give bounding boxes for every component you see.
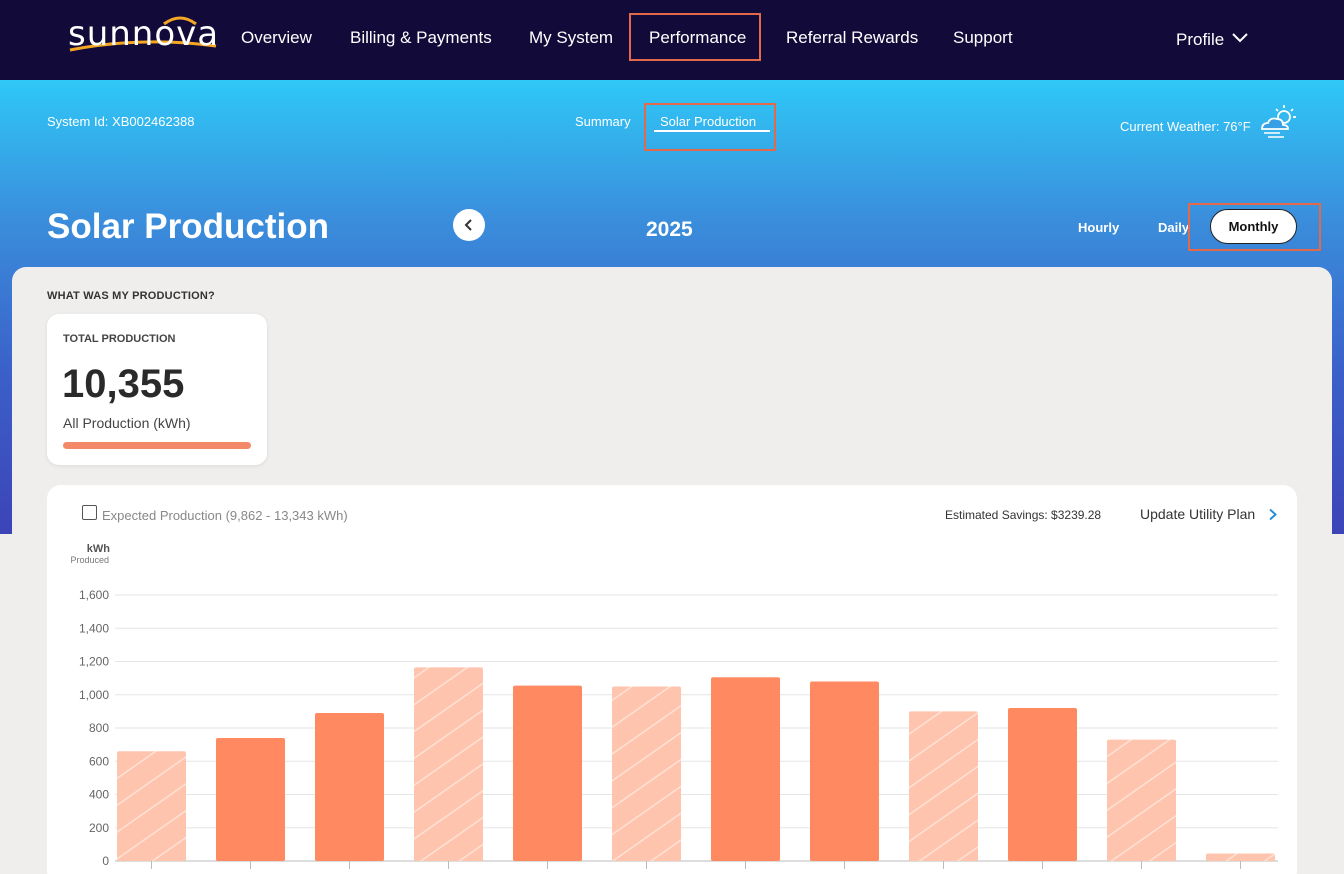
expected-production-checkbox[interactable] bbox=[82, 505, 97, 520]
partly-cloudy-icon bbox=[1261, 105, 1296, 138]
nav-overview[interactable]: Overview bbox=[241, 28, 312, 48]
system-id: System Id: XB002462388 bbox=[47, 114, 195, 129]
current-weather: Current Weather: 76°F bbox=[1120, 119, 1251, 134]
nav-performance-highlight bbox=[629, 13, 761, 61]
nav-referral-rewards[interactable]: Referral Rewards bbox=[786, 28, 918, 48]
total-production-card: TOTAL PRODUCTION 10,355 All Production (… bbox=[47, 314, 267, 465]
nav-billing-payments[interactable]: Billing & Payments bbox=[350, 28, 492, 48]
selected-year: 2025 bbox=[646, 218, 693, 241]
total-production-label: TOTAL PRODUCTION bbox=[63, 333, 176, 345]
expected-production-label: Expected Production (9,862 - 13,343 kWh) bbox=[102, 508, 348, 523]
page-title: Solar Production bbox=[47, 207, 329, 246]
profile-menu[interactable]: Profile bbox=[1176, 30, 1224, 50]
update-utility-plan-link[interactable]: Update Utility Plan bbox=[1140, 506, 1255, 522]
chart-card bbox=[47, 485, 1297, 874]
top-navigation: sunnova Overview Billing & Payments My S… bbox=[0, 0, 1344, 80]
previous-year-button[interactable] bbox=[453, 209, 485, 241]
nav-support[interactable]: Support bbox=[953, 28, 1013, 48]
tab-summary[interactable]: Summary bbox=[575, 114, 631, 129]
total-production-value: 10,355 bbox=[62, 362, 185, 406]
total-production-sub: All Production (kWh) bbox=[63, 415, 191, 431]
total-production-bar bbox=[63, 442, 251, 449]
chevron-down-icon[interactable] bbox=[1231, 32, 1249, 44]
section-label: WHAT WAS MY PRODUCTION? bbox=[47, 290, 215, 302]
range-daily-button[interactable]: Daily bbox=[1158, 220, 1189, 235]
logo-text: sunnova bbox=[68, 14, 220, 54]
nav-my-system[interactable]: My System bbox=[529, 28, 613, 48]
chevron-right-icon[interactable] bbox=[1268, 508, 1278, 521]
range-monthly-highlight bbox=[1188, 203, 1321, 251]
tab-solar-production-highlight bbox=[644, 103, 776, 151]
estimated-savings: Estimated Savings: $3239.28 bbox=[945, 508, 1102, 522]
chevron-left-icon bbox=[464, 219, 472, 231]
range-hourly-button[interactable]: Hourly bbox=[1078, 220, 1119, 235]
sunnova-logo[interactable]: sunnova bbox=[68, 12, 218, 56]
